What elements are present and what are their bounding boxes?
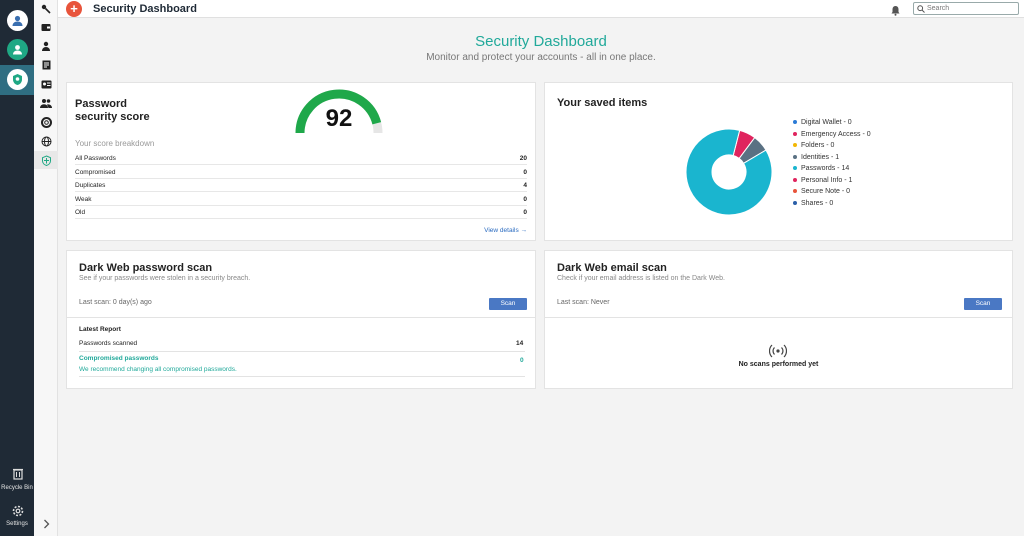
dwp-last-scan: Last scan: 0 day(s) ago (79, 299, 152, 306)
legend-dot (793, 143, 797, 148)
dashboard-heading: Security Dashboard (475, 33, 607, 50)
legend-label: Emergency Access - 0 (801, 130, 871, 138)
category-icon-column (34, 0, 58, 536)
legend-item: Shares - 0 (793, 200, 833, 207)
settings-gear-icon[interactable] (7, 500, 28, 521)
security-dashboard-icon[interactable] (34, 151, 58, 169)
breakdown-row: Old 0 (75, 206, 527, 219)
dwp-title: Dark Web password scan (79, 262, 213, 274)
legend-dot (793, 154, 797, 159)
score-card-title-line1: Password (75, 98, 127, 110)
legend-label: Personal Info - 1 (801, 176, 853, 184)
breakdown-row: Duplicates 4 (75, 179, 527, 192)
breakdown-row-value: 0 (523, 196, 527, 203)
dwe-title: Dark Web email scan (557, 262, 667, 274)
legend-dot (793, 200, 797, 205)
security-shield-icon[interactable] (7, 69, 28, 90)
compromised-passwords-value: 0 (520, 357, 524, 364)
dark-web-email-card: Dark Web email scan Check if your email … (544, 250, 1013, 389)
legend-dot (793, 177, 797, 182)
legend-dot (793, 189, 797, 194)
legend-label: Folders - 0 (801, 142, 835, 149)
add-button[interactable]: + (66, 1, 82, 17)
legend-dot (793, 166, 797, 171)
saved-items-card: Your saved items Digital Wallet - 0 Emerg… (544, 82, 1013, 241)
settings-label[interactable]: Settings (0, 521, 34, 527)
dashboard-subheading: Monitor and protect your accounts - all … (426, 52, 656, 63)
breakdown-row-value: 4 (523, 182, 527, 189)
notification-bell-icon[interactable] (891, 3, 900, 21)
password-score-card: Password security score 92 Your score br… (66, 82, 536, 241)
legend-label: Shares - 0 (801, 199, 834, 207)
legend-label: Identities - 1 (801, 153, 840, 161)
score-gauge: 92 (295, 89, 383, 134)
view-details-link[interactable]: View details → (484, 227, 527, 234)
top-bar: + Security Dashboard Search (58, 0, 1024, 18)
recycle-bin-icon[interactable] (7, 463, 28, 484)
breakdown-row-label: Duplicates (75, 182, 106, 189)
legend-item: Passwords - 14 (793, 165, 849, 172)
legend-dot (793, 131, 797, 136)
user-avatar-icon[interactable] (7, 10, 28, 31)
divider (67, 317, 535, 318)
breakdown-row-label: Weak (75, 196, 92, 203)
search-placeholder: Search (927, 5, 950, 12)
no-scans-message: No scans performed yet (738, 361, 819, 368)
score-card-title-line2: security score (75, 111, 150, 123)
legend-label: Digital Wallet - 0 (801, 119, 852, 126)
latest-report-heading: Latest Report (79, 326, 121, 333)
dwp-subtitle: See if your passwords were stolen in a s… (79, 275, 251, 282)
person-icon[interactable] (34, 37, 58, 55)
divider (545, 317, 1012, 318)
score-value: 92 (326, 105, 353, 132)
compromised-passwords-label: Compromised passwords (79, 355, 159, 362)
recycle-bin-label[interactable]: Recycle Bin (0, 485, 34, 491)
search-icon (917, 5, 925, 17)
globe-icon[interactable] (34, 132, 58, 150)
breakdown-row: Compromised 0 (75, 166, 527, 179)
saved-items-donut-chart (685, 128, 773, 216)
password-scan-button[interactable]: Scan (489, 298, 527, 310)
legend-item: Personal Info - 1 (793, 177, 852, 184)
breakdown-row-value: 0 (523, 169, 527, 176)
legend-item: Secure Note - 0 (793, 188, 850, 195)
divider (79, 351, 525, 352)
dark-web-password-card: Dark Web password scan See if your passw… (66, 250, 536, 389)
breakdown-row: All Passwords 20 (75, 152, 527, 165)
breakdown-row-label: Old (75, 209, 86, 216)
legend-item: Emergency Access - 0 (793, 131, 871, 138)
breakdown-row-label: All Passwords (75, 155, 116, 162)
breakdown-row: Weak 0 (75, 193, 527, 206)
passwords-scanned-value: 14 (516, 340, 524, 347)
expand-chevron-icon[interactable] (34, 515, 58, 533)
email-scan-button[interactable]: Scan (964, 298, 1002, 310)
saved-items-title: Your saved items (557, 97, 648, 109)
breakdown-row-value: 20 (519, 155, 527, 162)
legend-label: Secure Note - 0 (801, 188, 851, 195)
id-card-icon[interactable] (34, 75, 58, 93)
breakdown-row-value: 0 (523, 209, 527, 216)
breakdown-label: Your score breakdown (75, 139, 155, 148)
note-icon[interactable] (34, 56, 58, 74)
passwords-scanned-label: Passwords scanned (79, 340, 138, 347)
wallet-icon[interactable] (34, 18, 58, 36)
dwe-last-scan: Last scan: Never (557, 299, 610, 306)
search-input[interactable]: Search (913, 2, 1019, 15)
legend-dot (793, 120, 797, 125)
divider (79, 376, 525, 377)
recommendation-text: We recommend changing all compromised pa… (79, 366, 237, 373)
dwe-subtitle: Check if your email address is listed on… (557, 275, 725, 282)
people-icon[interactable] (34, 94, 58, 112)
breakdown-row-label: Compromised (75, 169, 116, 176)
profile-icon[interactable] (7, 39, 28, 60)
lifebuoy-icon[interactable] (34, 113, 58, 131)
legend-item: Identities - 1 (793, 154, 839, 161)
page-title: Security Dashboard (93, 3, 197, 15)
legend-item: Digital Wallet - 0 (793, 119, 852, 126)
key-icon[interactable] (34, 0, 58, 18)
app-rail: Recycle Bin Settings (0, 0, 34, 536)
legend-item: Folders - 0 (793, 142, 834, 149)
legend-label: Passwords - 14 (801, 165, 850, 172)
